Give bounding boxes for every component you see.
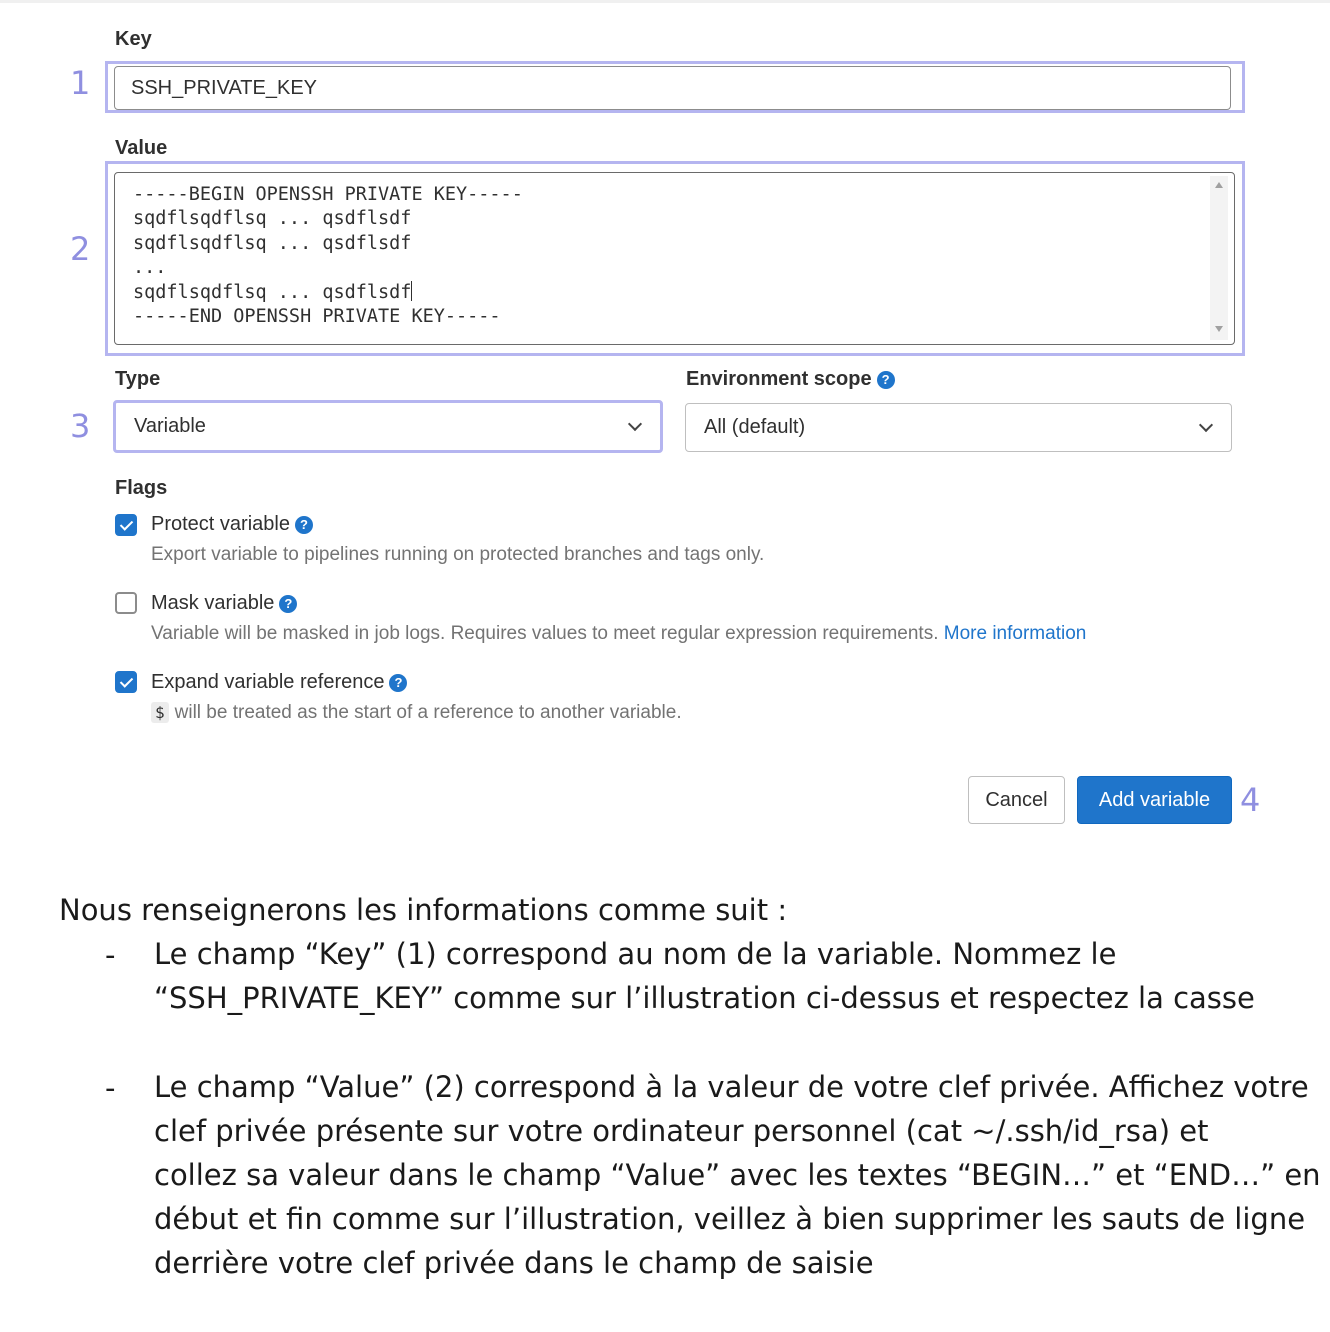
value-label: Value [115, 137, 168, 159]
scroll-up-icon[interactable] [1215, 182, 1223, 188]
help-icon[interactable]: ? [876, 371, 895, 389]
value-scrollbar[interactable] [1210, 176, 1228, 340]
expand-variable-description: $ will be treated as the start of a refer… [151, 702, 682, 724]
type-select[interactable]: Variable [113, 400, 663, 453]
doc-line: clef privée présente sur votre ordinateu… [154, 1114, 1209, 1148]
doc-line: collez sa valeur dans le champ “Value” a… [154, 1158, 1321, 1192]
chevron-down-icon [627, 416, 643, 432]
help-icon[interactable]: ? [294, 516, 313, 534]
bullet-marker: - [105, 1071, 116, 1105]
add-variable-button[interactable]: Add variable [1077, 776, 1232, 824]
value-line: ... [133, 257, 167, 279]
more-information-link[interactable]: More information [944, 623, 1087, 644]
mask-variable-checkbox[interactable] [115, 592, 137, 614]
value-line: sqdflsqdflsq ... qsdflsdf [133, 232, 412, 254]
chevron-down-icon [1198, 417, 1214, 433]
environment-scope-label: Environment scope? [686, 368, 895, 391]
value-textarea[interactable]: -----BEGIN OPENSSH PRIVATE KEY----- sqdfl… [114, 172, 1235, 345]
value-line: -----END OPENSSH PRIVATE KEY----- [133, 306, 501, 328]
doc-line: derrière votre clef privée dans le champ… [154, 1246, 874, 1280]
type-select-value: Variable [134, 415, 206, 437]
value-line: sqdflsqdflsq ... qsdflsdf [133, 208, 412, 230]
doc-line: Le champ “Key” (1) correspond au nom de … [154, 937, 1117, 971]
bullet-marker: - [105, 938, 116, 972]
help-icon[interactable]: ? [389, 674, 408, 692]
environment-scope-select[interactable]: All (default) [685, 403, 1232, 452]
document-intro: Nous renseignerons les informations comm… [59, 893, 788, 927]
annotation-2: 2 [70, 230, 91, 268]
doc-line: Le champ “Value” (2) correspond à la val… [154, 1070, 1309, 1104]
environment-scope-value: All (default) [704, 416, 806, 438]
scroll-down-icon[interactable] [1215, 326, 1223, 332]
expand-variable-checkbox[interactable] [115, 671, 137, 693]
key-input[interactable]: SSH_PRIVATE_KEY [114, 66, 1231, 110]
value-line-current: sqdflsqdflsq ... qsdflsdf [133, 280, 413, 303]
flags-label: Flags [115, 477, 168, 499]
document-item-value: Le champ “Value” (2) correspond à la val… [154, 1065, 1321, 1285]
help-icon[interactable]: ? [279, 595, 298, 613]
text-caret [411, 280, 413, 301]
doc-line: “SSH_PRIVATE_KEY” comme sur l’illustrati… [154, 981, 1255, 1015]
mask-variable-description: Variable will be masked in job logs. Req… [151, 623, 1087, 644]
dollar-code: $ [151, 702, 169, 723]
cancel-button[interactable]: Cancel [968, 776, 1065, 824]
doc-line: début et fin comme sur l’illustration, v… [154, 1202, 1306, 1236]
value-line: -----BEGIN OPENSSH PRIVATE KEY----- [133, 184, 523, 205]
annotation-1: 1 [70, 64, 91, 102]
document-item-key: Le champ “Key” (1) correspond au nom de … [154, 932, 1255, 1020]
top-divider [0, 0, 1330, 3]
protect-variable-description: Export variable to pipelines running on … [151, 544, 765, 565]
protect-variable-label: Protect variable? [151, 513, 313, 536]
annotation-3: 3 [70, 407, 91, 445]
expand-variable-label: Expand variable reference? [151, 671, 408, 694]
protect-variable-checkbox[interactable] [115, 514, 137, 536]
mask-variable-label: Mask variable? [151, 592, 298, 615]
annotation-4: 4 [1240, 781, 1261, 819]
key-label: Key [115, 28, 152, 50]
type-label: Type [115, 368, 161, 390]
